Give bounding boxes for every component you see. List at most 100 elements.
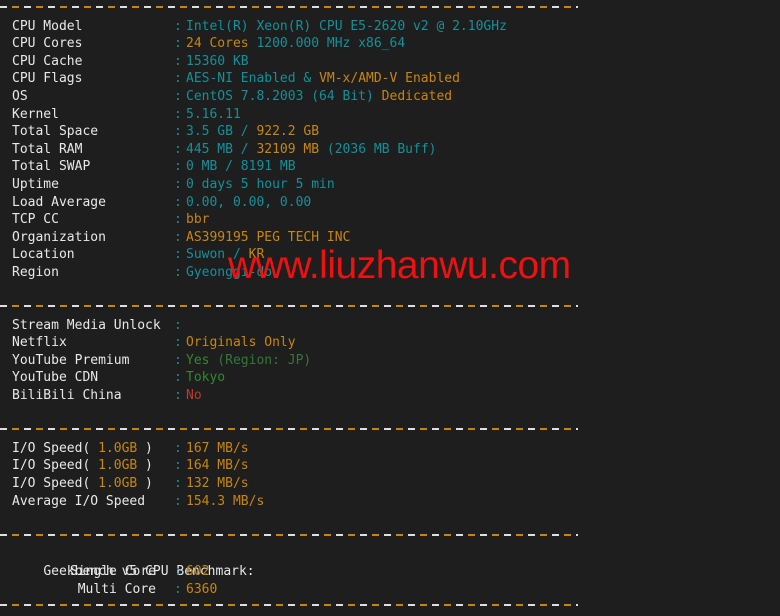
info-row-label: Organization	[12, 229, 106, 245]
info-row-label: I/O Speed( 1.0GB )	[0, 457, 174, 475]
info-row-value: bbr	[186, 212, 209, 227]
info-row: Single Core:602	[0, 563, 780, 581]
value-segment: Gyeonggi-do	[186, 264, 273, 280]
info-row-colon: :	[174, 388, 182, 404]
info-row-value: No	[186, 388, 202, 403]
separator-line	[0, 528, 780, 546]
value-segment: 154.3 MB/s	[186, 493, 265, 509]
info-row-value: 154.3 MB/s	[186, 494, 264, 509]
info-row-colon: :	[174, 88, 182, 104]
info-row-label: Load Average	[12, 194, 106, 210]
info-row: Total RAM:445 MB / 32109 MB (2036 MB Buf…	[0, 141, 780, 159]
info-row-label: I/O Speed( 1.0GB )	[0, 475, 174, 493]
info-row: Netflix: Originals Only	[0, 334, 780, 352]
info-row-value: Yes (Region: JP)	[186, 353, 311, 368]
info-row-label: Total SWAP	[12, 159, 91, 175]
info-row-colon: :	[174, 458, 182, 474]
info-row-value: AES-NI Enabled & VM-x/AMD-V Enabled	[186, 71, 460, 86]
info-row-value: CentOS 7.8.2003 (64 Bit) Dedicated	[186, 89, 452, 104]
info-row: BiliBili China: No	[0, 387, 780, 405]
info-row-label: YouTube CDN	[12, 370, 99, 386]
info-row-colon: :	[174, 176, 182, 192]
value-segment: CentOS 7.8.2003 (64 Bit)	[186, 88, 374, 104]
info-row-label: Total Space	[12, 124, 99, 140]
value-segment: AS399195 PEG TECH INC	[186, 229, 351, 245]
info-row: Load Average:0.00, 0.00, 0.00	[0, 194, 780, 212]
info-row: CPU Flags: AES-NI Enabled & VM-x/AMD-V En…	[0, 70, 780, 88]
info-row: Location: Suwon / KR	[0, 246, 780, 264]
value-segment: 15360 KB	[186, 53, 249, 69]
info-row-label: Stream Media Unlock	[12, 317, 161, 333]
info-row-value: 0 days 5 hour 5 min	[186, 177, 335, 192]
dashed-rule	[0, 305, 578, 308]
info-row-colon: :	[174, 317, 182, 333]
info-row-colon: :	[174, 335, 182, 351]
info-row: CPU Model: Intel(R) Xeon(R) CPU E5-2620 v…	[0, 18, 780, 36]
label-segment: )	[137, 476, 153, 492]
value-segment: /	[232, 124, 257, 140]
info-row: CPU Cache:15360 KB	[0, 53, 780, 71]
info-row: I/O Speed( 1.0GB ):132 MB/s	[0, 475, 780, 493]
info-row-value: 6360	[186, 582, 217, 597]
separator-line	[0, 598, 780, 616]
info-row-label: YouTube Premium	[12, 352, 130, 368]
value-segment: 6360	[186, 581, 218, 597]
info-row-value: Gyeonggi-do	[186, 265, 272, 280]
info-row-label: Location	[12, 247, 75, 263]
info-row-colon: :	[174, 229, 182, 245]
info-row-colon: :	[174, 141, 182, 157]
info-row-label: BiliBili China	[12, 388, 122, 404]
info-row-colon: :	[174, 124, 182, 140]
separator-line	[0, 0, 780, 18]
info-row-label: I/O Speed( 1.0GB )	[0, 440, 174, 458]
info-row-label: Netflix	[12, 335, 67, 351]
info-row: CPU Cores:24 Cores 1200.000 MHz x86_64	[0, 35, 780, 53]
value-segment: Suwon	[186, 247, 226, 263]
value-segment: 1200.000 MHz x86_64	[248, 36, 406, 52]
dashed-rule	[0, 533, 578, 536]
info-row-value: 602	[186, 564, 209, 579]
dashed-rule	[0, 428, 578, 431]
info-row-colon: :	[174, 370, 182, 386]
value-segment: 164 MB/s	[186, 458, 249, 474]
label-segment: I/O Speed(	[12, 458, 99, 474]
info-row-label: Kernel	[12, 106, 59, 122]
label-segment: 1.0GB	[98, 476, 138, 492]
info-row: Kernel:5.16.11	[0, 106, 780, 124]
info-row-value: 445 MB / 32109 MB (2036 MB Buff)	[186, 142, 436, 157]
label-segment: I/O Speed(	[12, 440, 99, 456]
info-row-value: 15360 KB	[186, 54, 249, 69]
info-row: OS: CentOS 7.8.2003 (64 Bit) Dedicated	[0, 88, 780, 106]
info-row-value: Suwon / KR	[186, 247, 264, 262]
value-segment: &	[295, 71, 320, 87]
value-segment: (2036 MB Buff)	[319, 141, 437, 157]
value-segment: /	[232, 141, 257, 157]
io-speed-section: I/O Speed( 1.0GB ):167 MB/s I/O Speed( 1.…	[0, 440, 780, 510]
label-segment: 1.0GB	[98, 440, 138, 456]
info-row-label: CPU Cores	[12, 36, 83, 52]
info-row-colon: :	[174, 247, 182, 263]
dashed-rule	[0, 6, 578, 8]
value-segment: Yes	[186, 352, 210, 368]
label-segment: I/O Speed(	[12, 476, 99, 492]
info-row-colon: :	[174, 581, 182, 597]
value-segment: Dedicated	[381, 88, 453, 104]
value-segment: Tokyo	[186, 370, 226, 386]
label-segment: Average I/O Speed	[12, 493, 146, 509]
value-segment: 445 MB	[186, 141, 233, 157]
separator-line	[0, 422, 780, 440]
info-row-label: Single Core	[69, 564, 156, 579]
value-segment: 0 MB / 8191 MB	[186, 159, 296, 175]
value-segment: 32109 MB	[256, 141, 320, 157]
info-row-label: Region	[12, 264, 59, 280]
value-segment: 0 days 5 hour 5 min	[186, 176, 335, 192]
info-row: Average I/O Speed:154.3 MB/s	[0, 493, 780, 511]
info-row-colon: :	[174, 493, 182, 509]
info-row-value: Tokyo	[186, 370, 225, 385]
label-segment: 1.0GB	[98, 458, 138, 474]
info-row-value: 3.5 GB / 922.2 GB	[186, 124, 319, 139]
info-row-colon: :	[174, 53, 182, 69]
